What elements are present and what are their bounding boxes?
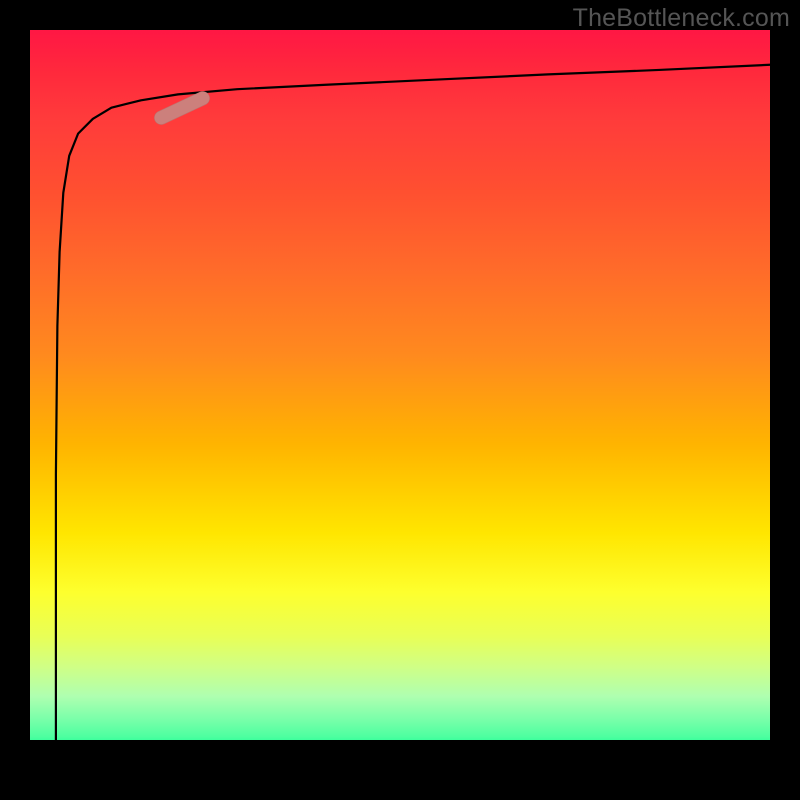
chart-stage: TheBottleneck.com [0, 0, 800, 800]
plot-area [30, 30, 770, 770]
y-axis [0, 0, 30, 800]
watermark-text: TheBottleneck.com [573, 4, 790, 33]
x-axis [30, 740, 770, 770]
